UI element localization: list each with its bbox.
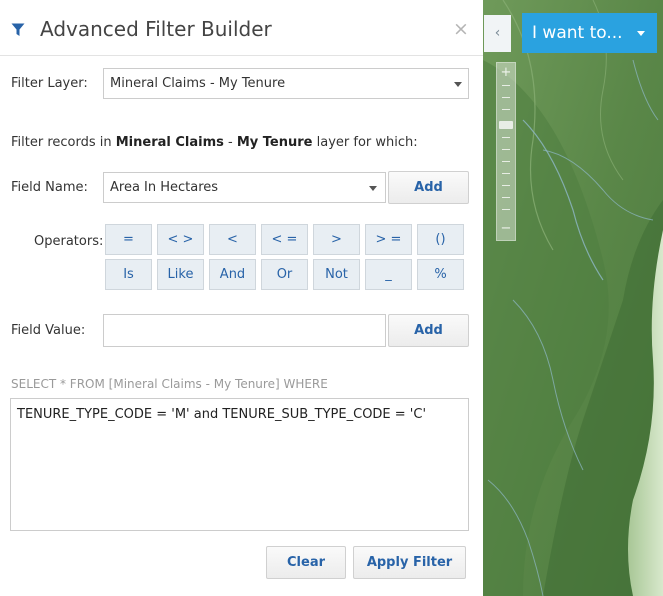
description-separator: - [223, 135, 237, 150]
sql-expression-text: TENURE_TYPE_CODE = 'M' and TENURE_SUB_TY… [17, 407, 427, 422]
field-value-input[interactable] [103, 314, 386, 347]
operator-not-button[interactable]: Not [313, 259, 360, 290]
description-prefix: Filter records in [11, 135, 116, 150]
filter-layer-select[interactable]: Mineral Claims - My Tenure [103, 68, 469, 99]
zoom-tick [502, 97, 510, 98]
filter-icon [11, 23, 25, 36]
i-want-to-label: I want to... [532, 23, 623, 43]
zoom-tick [502, 173, 510, 174]
description-layer-name: Mineral Claims [115, 135, 224, 150]
operator-and-button[interactable]: And [209, 259, 256, 290]
zoom-tick [502, 185, 510, 186]
zoom-tick [502, 109, 510, 110]
chevron-down-icon [454, 82, 462, 87]
zoom-tick [502, 161, 510, 162]
sql-prefix-label: SELECT * FROM [Mineral Claims - My Tenur… [11, 377, 328, 391]
app-root: Advanced Filter Builder × Filter Layer: … [0, 0, 663, 596]
operator-percent-button[interactable]: % [417, 259, 464, 290]
advanced-filter-panel: Advanced Filter Builder × Filter Layer: … [0, 0, 483, 596]
field-name-value: Area In Hectares [110, 180, 219, 195]
description-layer-subname: My Tenure [236, 135, 313, 150]
operator-greater-equal-button[interactable]: > = [365, 224, 412, 255]
zoom-slider[interactable]: + − [496, 62, 516, 241]
zoom-tick [502, 197, 510, 198]
zoom-out-icon[interactable]: − [497, 221, 515, 236]
zoom-in-icon[interactable]: + [497, 65, 515, 80]
field-name-label: Field Name: [11, 180, 88, 195]
chevron-left-icon[interactable]: ‹ [484, 15, 511, 52]
close-icon[interactable]: × [453, 19, 469, 39]
add-value-button[interactable]: Add [388, 314, 469, 347]
zoom-tick [502, 149, 510, 150]
add-field-button[interactable]: Add [388, 171, 469, 204]
zoom-tick [502, 209, 510, 210]
operator-underscore-button[interactable]: _ [365, 259, 412, 290]
operator-equals-button[interactable]: = [105, 224, 152, 255]
operator-less-equal-button[interactable]: < = [261, 224, 308, 255]
zoom-slider-handle[interactable] [499, 121, 513, 129]
operator-greater-than-button[interactable]: > [313, 224, 360, 255]
operators-label: Operators: [34, 234, 104, 249]
description-suffix: layer for which: [312, 135, 418, 150]
clear-button[interactable]: Clear [266, 546, 346, 579]
sql-expression-textarea[interactable]: TENURE_TYPE_CODE = 'M' and TENURE_SUB_TY… [10, 398, 469, 531]
operator-or-button[interactable]: Or [261, 259, 308, 290]
field-value-label: Field Value: [11, 323, 86, 338]
chevron-down-icon [369, 186, 377, 191]
operator-parentheses-button[interactable]: () [417, 224, 464, 255]
zoom-tick [502, 137, 510, 138]
filter-description: Filter records in Mineral Claims - My Te… [11, 135, 418, 150]
caret-down-icon [637, 31, 645, 36]
operator-is-button[interactable]: Is [105, 259, 152, 290]
panel-header: Advanced Filter Builder × [0, 0, 483, 56]
panel-title: Advanced Filter Builder [40, 17, 272, 41]
apply-filter-button[interactable]: Apply Filter [353, 546, 466, 579]
operator-like-button[interactable]: Like [157, 259, 204, 290]
operator-not-equal-button[interactable]: < > [157, 224, 204, 255]
field-name-select[interactable]: Area In Hectares [103, 172, 386, 203]
operator-less-than-button[interactable]: < [209, 224, 256, 255]
filter-layer-label: Filter Layer: [11, 76, 88, 91]
filter-layer-value: Mineral Claims - My Tenure [110, 76, 286, 91]
zoom-tick [502, 85, 510, 86]
